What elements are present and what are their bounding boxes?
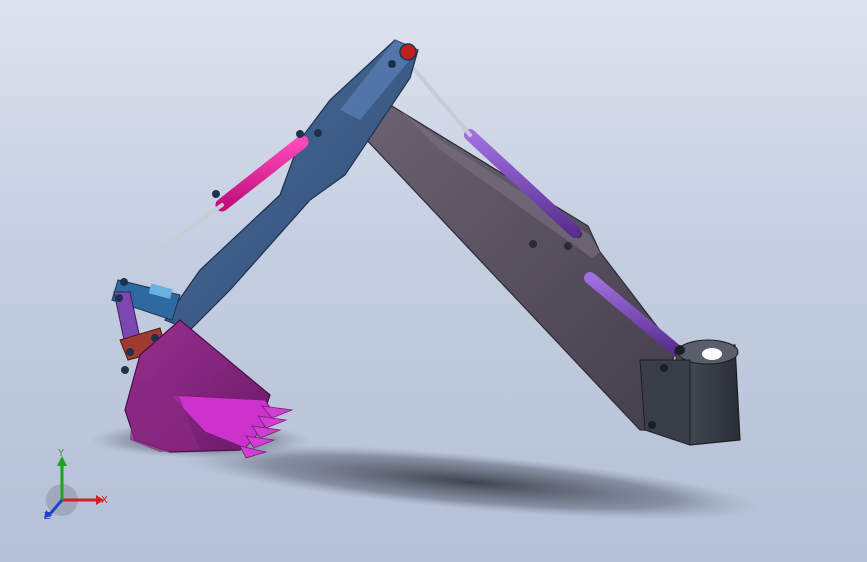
- boom-arm[interactable]: [164, 39, 419, 331]
- model-canvas[interactable]: X Y Z: [0, 0, 867, 562]
- triad-z-label: Z: [44, 511, 51, 522]
- triad-y-label: Y: [57, 448, 65, 459]
- coordinate-triad: X Y Z: [44, 448, 108, 522]
- stick-arm[interactable]: [359, 105, 676, 431]
- triad-x-label: X: [101, 495, 108, 506]
- graphics-viewport[interactable]: X Y Z: [0, 0, 867, 562]
